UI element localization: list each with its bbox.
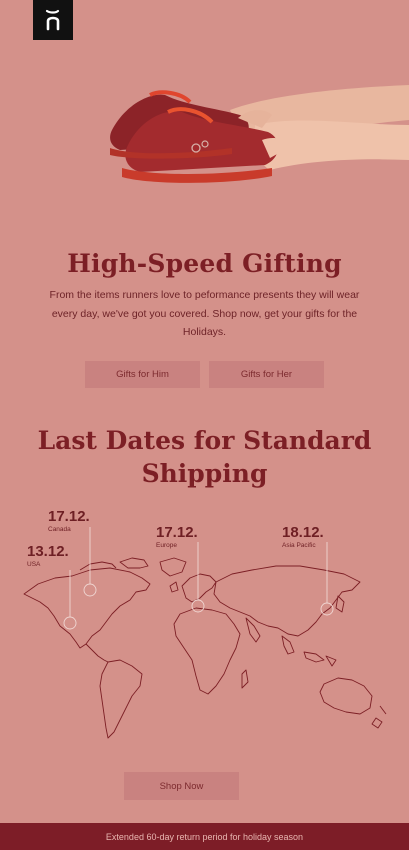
on-logo-icon[interactable] xyxy=(33,0,73,40)
world-map xyxy=(23,557,387,739)
shop-now-button[interactable]: Shop Now xyxy=(124,772,239,800)
footer-text: Extended 60-day return period for holida… xyxy=(105,831,304,842)
region-label: Asia Pacific xyxy=(282,542,316,549)
shipping-date-canada: 17.12. Canada xyxy=(48,508,90,534)
date-value: 17.12. xyxy=(48,508,90,525)
shipping-title: Last Dates for Standard Shipping xyxy=(37,426,372,488)
gifts-for-him-button[interactable]: Gifts for Him xyxy=(85,361,200,388)
hero-shoes-image xyxy=(110,85,409,183)
intro-body: From the items runners love to peformanc… xyxy=(49,289,360,338)
shipping-date-europe: 17.12. Europe xyxy=(156,524,198,550)
headline: High-Speed Gifting xyxy=(67,249,342,278)
date-value: 17.12. xyxy=(156,524,198,541)
date-value: 18.12. xyxy=(282,524,324,541)
shipping-date-asia-pacific: 18.12. Asia Pacific xyxy=(282,524,324,550)
gifts-for-her-button[interactable]: Gifts for Her xyxy=(209,361,324,388)
region-label: Europe xyxy=(156,542,177,549)
footer-banner: Extended 60-day return period for holida… xyxy=(0,823,409,850)
region-label: Canada xyxy=(48,526,71,533)
